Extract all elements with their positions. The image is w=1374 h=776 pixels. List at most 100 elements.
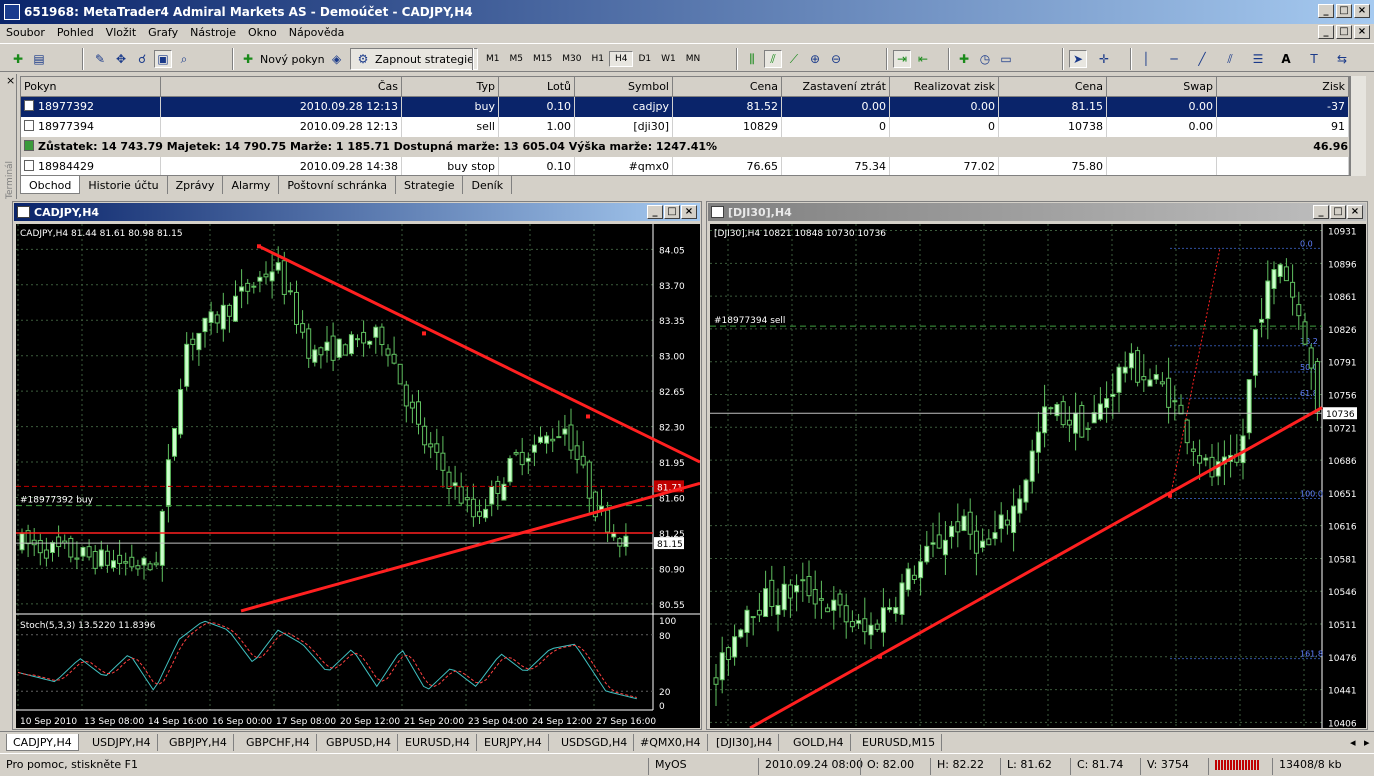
- chart-plot[interactable]: 10931 10896 10861 10826 10791 10756 10721 10686…: [710, 224, 1366, 728]
- tester-icon[interactable]: ⌕: [175, 50, 193, 68]
- chart-maximize-button[interactable]: □: [1330, 205, 1346, 219]
- tab-postovni[interactable]: Poštovní schránka: [279, 176, 397, 194]
- tf-h4[interactable]: H4: [608, 51, 634, 67]
- chart-plot[interactable]: 84.05 83.70 83.35 83.00 82.65 82.30 81.95 81.60…: [16, 224, 700, 728]
- tab-obchod[interactable]: Obchod: [20, 176, 81, 194]
- col-lotu[interactable]: Lotů: [499, 77, 575, 97]
- vertical-line-icon[interactable]: │: [1137, 50, 1155, 68]
- chart-close-button[interactable]: ×: [681, 205, 697, 219]
- col-cas[interactable]: Čas: [161, 77, 402, 97]
- chart-tab[interactable]: GOLD,H4: [787, 734, 851, 751]
- menu-soubor[interactable]: Soubor: [0, 24, 51, 39]
- chart-tab[interactable]: CADJPY,H4: [6, 734, 79, 751]
- col-typ[interactable]: Typ: [402, 77, 499, 97]
- chart-shift-icon[interactable]: ⇤: [914, 50, 932, 68]
- tab-strategie[interactable]: Strategie: [396, 176, 464, 194]
- tf-m5[interactable]: M5: [505, 52, 529, 66]
- horizontal-line-icon[interactable]: ─: [1165, 50, 1183, 68]
- menu-napoveda[interactable]: Nápověda: [283, 24, 351, 39]
- market-watch-icon[interactable]: ✎: [91, 50, 109, 68]
- indicators-icon[interactable]: ✚: [955, 50, 973, 68]
- fibonacci-icon[interactable]: ☰: [1249, 50, 1267, 68]
- menu-nastroje[interactable]: Nástroje: [184, 24, 242, 39]
- cursor-icon[interactable]: ➤: [1069, 50, 1087, 68]
- autoscroll-icon[interactable]: ⇥: [893, 50, 911, 68]
- minimize-button[interactable]: _: [1318, 4, 1334, 18]
- zoom-in-icon[interactable]: ⊕: [806, 50, 824, 68]
- tab-historie[interactable]: Historie účtu: [80, 176, 168, 194]
- menu-pohled[interactable]: Pohled: [51, 24, 100, 39]
- col-zisk[interactable]: Zisk: [1217, 77, 1349, 97]
- menu-vlozit[interactable]: Vložit: [100, 24, 142, 39]
- terminal-scrollbar[interactable]: [1350, 76, 1366, 176]
- menu-grafy[interactable]: Grafy: [142, 24, 184, 39]
- mdi-close-button[interactable]: ×: [1354, 25, 1370, 39]
- chart-tab[interactable]: USDJPY,H4: [86, 734, 158, 751]
- periods-icon[interactable]: ◷: [976, 50, 994, 68]
- terminal-icon[interactable]: ▣: [154, 50, 172, 68]
- table-row[interactable]: 18977392 2010.09.28 12:13 buy 0.10 cadjp…: [21, 97, 1349, 117]
- tab-alarmy[interactable]: Alarmy: [223, 176, 280, 194]
- data-window-icon[interactable]: ☌: [133, 50, 151, 68]
- chart-window-dji30[interactable]: [DJI30],H4 _ □ × 10931 10896 10861 10826 107…: [706, 201, 1368, 730]
- arrows-icon[interactable]: ⇆: [1333, 50, 1351, 68]
- close-button[interactable]: ×: [1354, 4, 1370, 18]
- tf-m15[interactable]: M15: [528, 52, 557, 66]
- line-chart-icon[interactable]: ⟋: [785, 50, 803, 68]
- dji30-chart-svg[interactable]: 10931 10896 10861 10826 10791 10756 10721 10686…: [710, 224, 1366, 728]
- candlestick-icon[interactable]: ⫽: [764, 50, 782, 68]
- chart-tab[interactable]: EURUSD,H4: [399, 734, 477, 751]
- tf-m1[interactable]: M1: [481, 52, 505, 66]
- col-cena2[interactable]: Cena: [999, 77, 1107, 97]
- chart-tab[interactable]: EURUSD,M15: [856, 734, 943, 751]
- chart-tab[interactable]: GBPUSD,H4: [320, 734, 398, 751]
- mdi-restore-button[interactable]: □: [1336, 25, 1352, 39]
- table-row[interactable]: 18984429 2010.09.28 14:38 buy stop 0.10 …: [21, 157, 1349, 175]
- chart-minimize-button[interactable]: _: [1313, 205, 1329, 219]
- chart-tab[interactable]: EURJPY,H4: [478, 734, 549, 751]
- cadjpy-chart-svg[interactable]: 84.05 83.70 83.35 83.00 82.65 82.30 81.95 81.60…: [16, 224, 700, 728]
- tf-m30[interactable]: M30: [557, 52, 586, 66]
- zoom-out-icon[interactable]: ⊖: [827, 50, 845, 68]
- metaeditor-icon[interactable]: ◈: [328, 50, 346, 68]
- profiles-icon[interactable]: ▤: [30, 50, 48, 68]
- trendline-icon[interactable]: ╱: [1193, 50, 1211, 68]
- tab-denik[interactable]: Deník: [463, 176, 513, 194]
- maximize-button[interactable]: □: [1336, 4, 1352, 18]
- chart-close-button[interactable]: ×: [1347, 205, 1363, 219]
- new-chart-icon[interactable]: ✚: [9, 50, 27, 68]
- chart-minimize-button[interactable]: _: [647, 205, 663, 219]
- autotrading-button[interactable]: Zapnout strategie: [375, 53, 474, 66]
- channel-icon[interactable]: ⫽: [1221, 50, 1239, 68]
- chart-tab[interactable]: USDSGD,H4: [555, 734, 635, 751]
- col-pokyn[interactable]: Pokyn: [21, 77, 161, 97]
- tf-mn[interactable]: MN: [681, 52, 706, 66]
- col-sl[interactable]: Zastavení ztrát: [782, 77, 890, 97]
- col-cena[interactable]: Cena: [673, 77, 782, 97]
- mdi-minimize-button[interactable]: _: [1318, 25, 1334, 39]
- new-order-button[interactable]: Nový pokyn: [260, 53, 325, 66]
- text-tool-icon[interactable]: A: [1277, 50, 1295, 68]
- tf-h1[interactable]: H1: [586, 52, 609, 66]
- tabs-scroll-right-icon[interactable]: ▸: [1358, 734, 1374, 751]
- col-swap[interactable]: Swap: [1107, 77, 1217, 97]
- templates-icon[interactable]: ▭: [997, 50, 1015, 68]
- chart-window-cadjpy[interactable]: CADJPY,H4 _ □ × 84.05 83.70 83.35 83.00 82.6…: [12, 201, 702, 730]
- col-tp[interactable]: Realizovat zisk: [890, 77, 999, 97]
- chart-tab[interactable]: GBPCHF,H4: [240, 734, 317, 751]
- table-row[interactable]: 18977394 2010.09.28 12:13 sell 1.00 [dji…: [21, 117, 1349, 137]
- navigator-icon[interactable]: ✥: [112, 50, 130, 68]
- tf-w1[interactable]: W1: [656, 52, 681, 66]
- terminal-close-icon[interactable]: ×: [6, 74, 15, 87]
- chart-tab[interactable]: #QMX0,H4: [634, 734, 708, 751]
- text-label-icon[interactable]: T: [1305, 50, 1323, 68]
- menu-okno[interactable]: Okno: [242, 24, 283, 39]
- chart-maximize-button[interactable]: □: [664, 205, 680, 219]
- crosshair-icon[interactable]: ✛: [1095, 50, 1113, 68]
- col-symbol[interactable]: Symbol: [575, 77, 673, 97]
- tab-zpravy[interactable]: Zprávy: [168, 176, 224, 194]
- chart-tab[interactable]: GBPJPY,H4: [163, 734, 234, 751]
- tf-d1[interactable]: D1: [633, 52, 656, 66]
- chart-tab[interactable]: [DJI30],H4: [710, 734, 780, 751]
- bar-chart-icon[interactable]: ⫼: [743, 50, 761, 68]
